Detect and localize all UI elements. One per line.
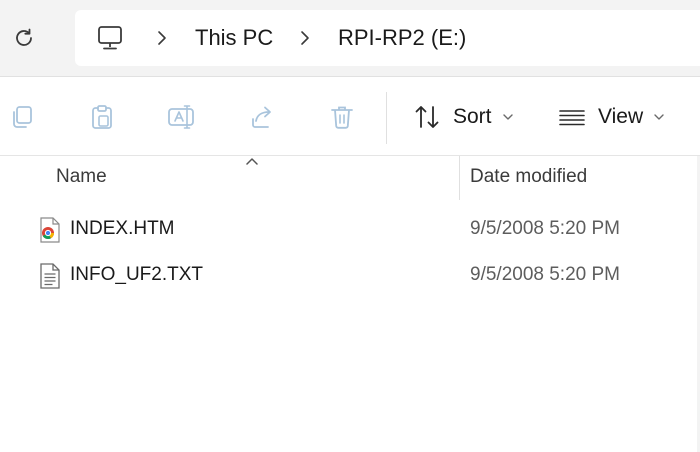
share-icon — [252, 106, 271, 128]
breadcrumb-this-pc[interactable]: This PC — [195, 24, 273, 52]
chevron-down-icon — [654, 114, 664, 120]
refresh-icon — [16, 28, 32, 46]
refresh-button[interactable] — [8, 22, 40, 54]
sort-label: Sort — [453, 105, 492, 128]
column-header: Name Date modified — [0, 156, 700, 200]
file-date-modified: 9/5/2008 5:20 PM — [470, 264, 620, 285]
rename-icon — [168, 105, 194, 129]
file-name: INDEX.HTM — [70, 218, 175, 239]
computer-icon — [98, 26, 122, 50]
address-region: This PC RPI-RP2 (E:) — [0, 0, 700, 77]
chevron-down-icon — [502, 114, 513, 120]
column-resize-handle[interactable] — [459, 156, 460, 200]
sort-button[interactable]: Sort — [413, 100, 514, 134]
chevron-right-icon[interactable] — [298, 29, 312, 47]
file-row[interactable]: INDEX.HTM 9/5/2008 5:20 PM — [0, 208, 700, 250]
delete-button[interactable] — [325, 100, 359, 134]
copy-icon — [13, 106, 32, 128]
column-header-name[interactable]: Name — [56, 166, 107, 188]
breadcrumb-drive[interactable]: RPI-RP2 (E:) — [338, 24, 466, 52]
view-label: View — [598, 105, 644, 128]
chevron-right-icon[interactable] — [155, 29, 169, 47]
view-button[interactable]: View — [558, 100, 665, 134]
text-file-icon — [40, 263, 60, 289]
file-date-modified: 9/5/2008 5:20 PM — [470, 218, 620, 239]
chrome-html-file-icon — [40, 217, 60, 243]
rename-button[interactable] — [165, 100, 199, 134]
address-bar[interactable]: This PC RPI-RP2 (E:) — [75, 10, 700, 66]
file-name: INFO_UF2.TXT — [70, 264, 204, 285]
share-button[interactable] — [245, 100, 279, 134]
file-explorer-window: This PC RPI-RP2 (E:) Sort View Name Date… — [0, 0, 700, 452]
sort-ascending-icon — [246, 158, 258, 165]
command-bar: Sort View — [0, 78, 700, 156]
toolbar-separator — [386, 92, 387, 144]
paste-icon — [92, 105, 112, 129]
view-list-icon — [559, 110, 585, 126]
sort-icon — [415, 106, 439, 128]
file-row[interactable]: INFO_UF2.TXT 9/5/2008 5:20 PM — [0, 254, 700, 296]
delete-icon — [331, 106, 353, 129]
copy-button[interactable] — [5, 100, 39, 134]
paste-button[interactable] — [85, 100, 119, 134]
column-header-date-modified[interactable]: Date modified — [470, 166, 587, 188]
